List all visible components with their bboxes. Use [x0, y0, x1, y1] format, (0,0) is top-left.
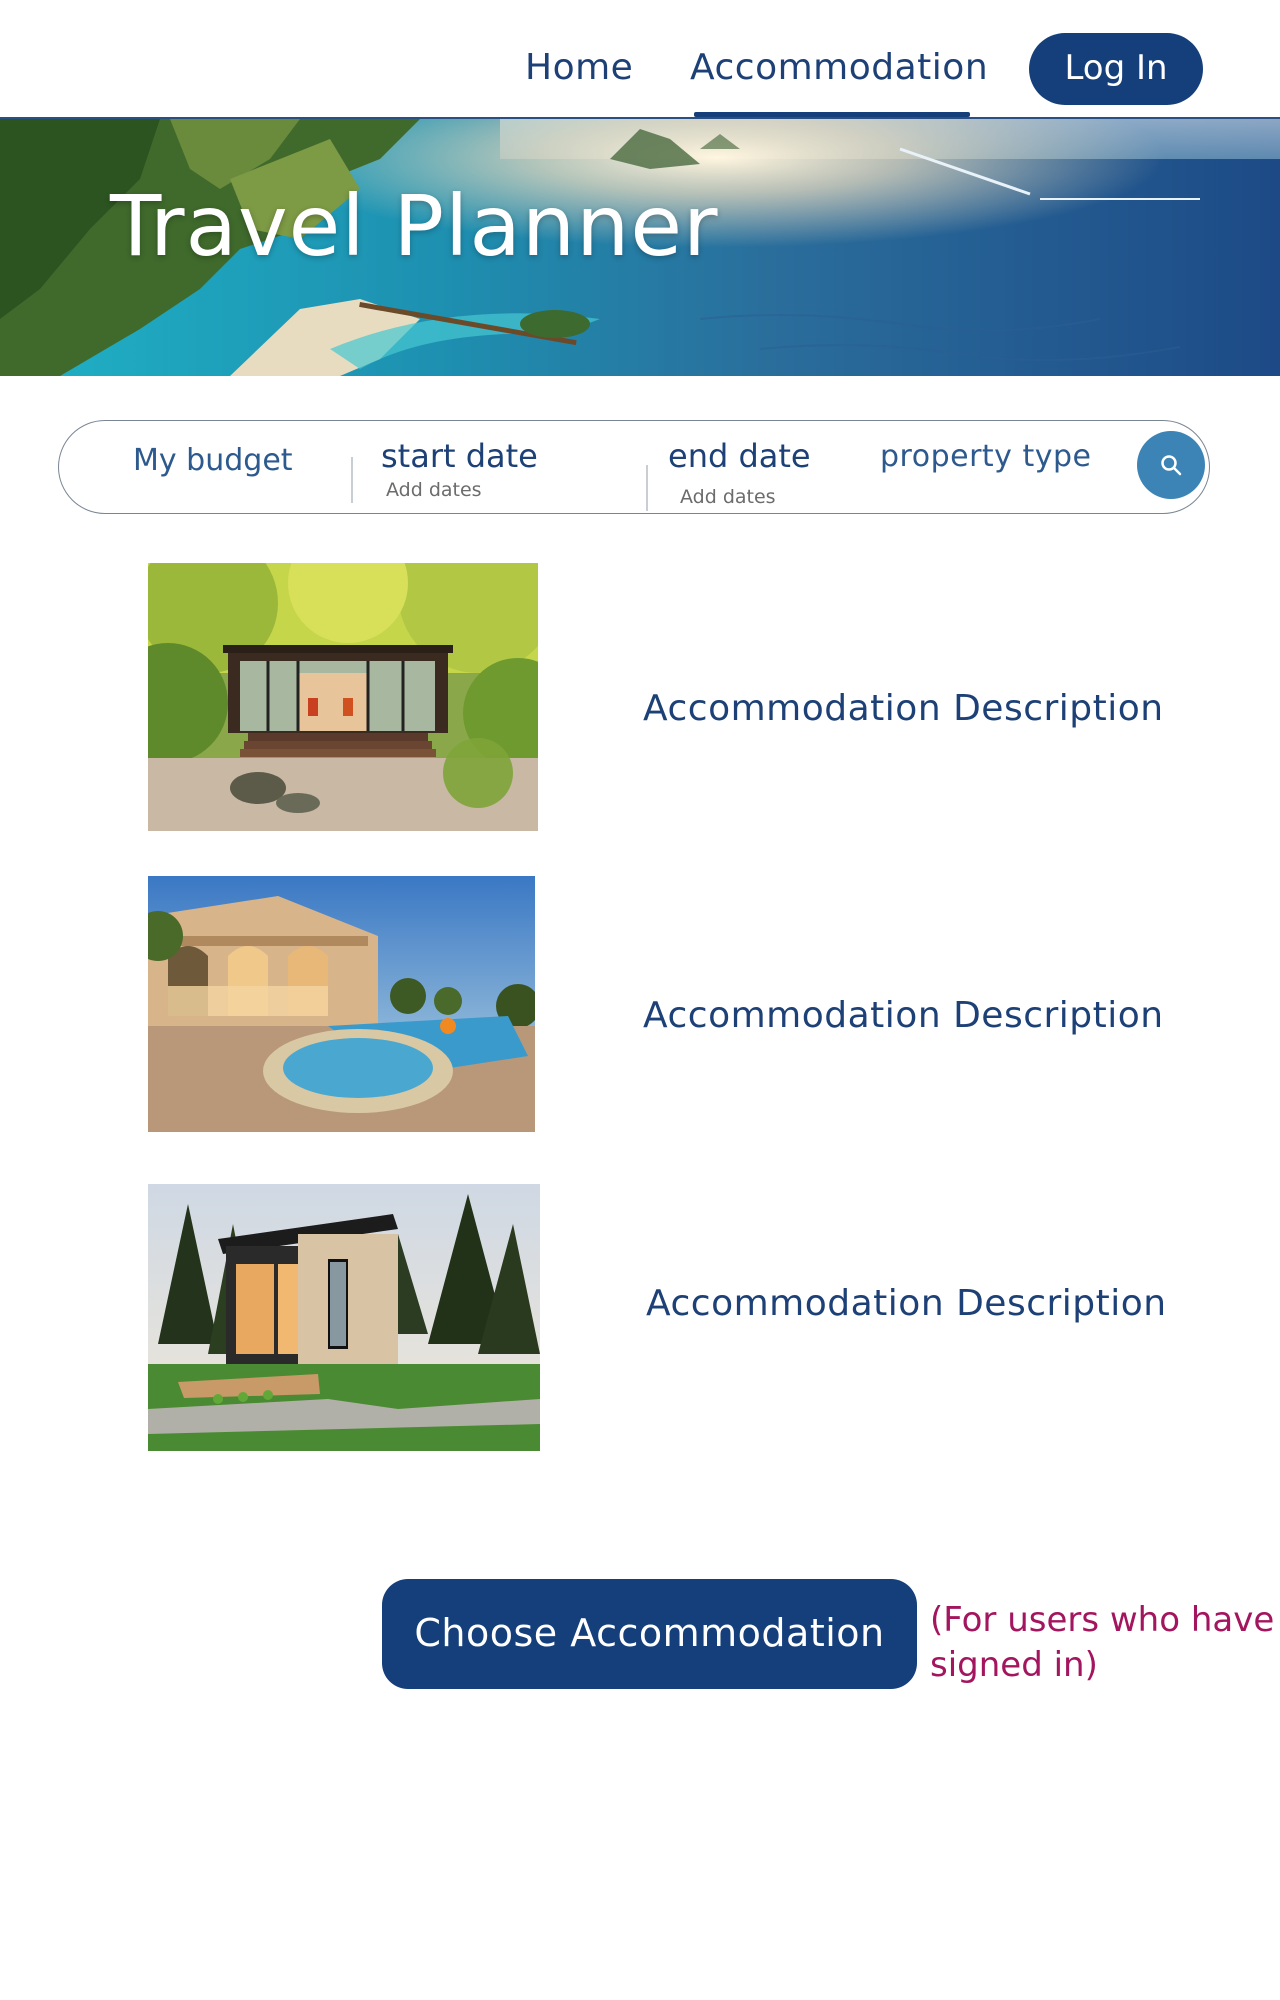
listing-image-2[interactable]: [148, 876, 535, 1132]
field-divider: [646, 465, 648, 511]
login-button[interactable]: Log In: [1029, 33, 1203, 105]
signed-in-note: (For users who have signed in): [930, 1600, 1275, 1685]
budget-field[interactable]: My budget: [133, 443, 293, 478]
choose-accommodation-button[interactable]: Choose Accommodation: [382, 1579, 917, 1689]
end-date-input[interactable]: Add dates: [680, 486, 776, 508]
listing-description-1[interactable]: Accommodation Description: [643, 688, 1164, 729]
hero-title: Travel Planner: [110, 177, 719, 275]
site-header: Home Accommodation Log In: [0, 0, 1280, 119]
hero-banner: Travel Planner: [0, 119, 1280, 376]
start-date-label[interactable]: start date: [381, 437, 538, 475]
active-nav-indicator: [694, 112, 970, 117]
listing-description-3[interactable]: Accommodation Description: [646, 1283, 1167, 1324]
property-type-field[interactable]: property type: [880, 439, 1091, 474]
start-date-input[interactable]: Add dates: [386, 479, 482, 501]
search-bar: My budget start date Add dates end date …: [58, 420, 1210, 514]
modern-tiny-house-photo: [148, 1184, 540, 1451]
field-divider: [351, 457, 353, 503]
villa-with-pool-photo: [148, 876, 535, 1132]
search-button[interactable]: [1137, 431, 1205, 499]
nav-accommodation-link[interactable]: Accommodation: [690, 47, 988, 88]
end-date-label[interactable]: end date: [668, 437, 811, 475]
listing-description-2[interactable]: Accommodation Description: [643, 995, 1164, 1036]
listing-image-1[interactable]: [148, 563, 538, 831]
nav-home-link[interactable]: Home: [525, 47, 633, 88]
glass-house-in-garden-photo: [148, 563, 538, 831]
listing-image-3[interactable]: [148, 1184, 540, 1451]
search-icon: [1161, 455, 1182, 476]
